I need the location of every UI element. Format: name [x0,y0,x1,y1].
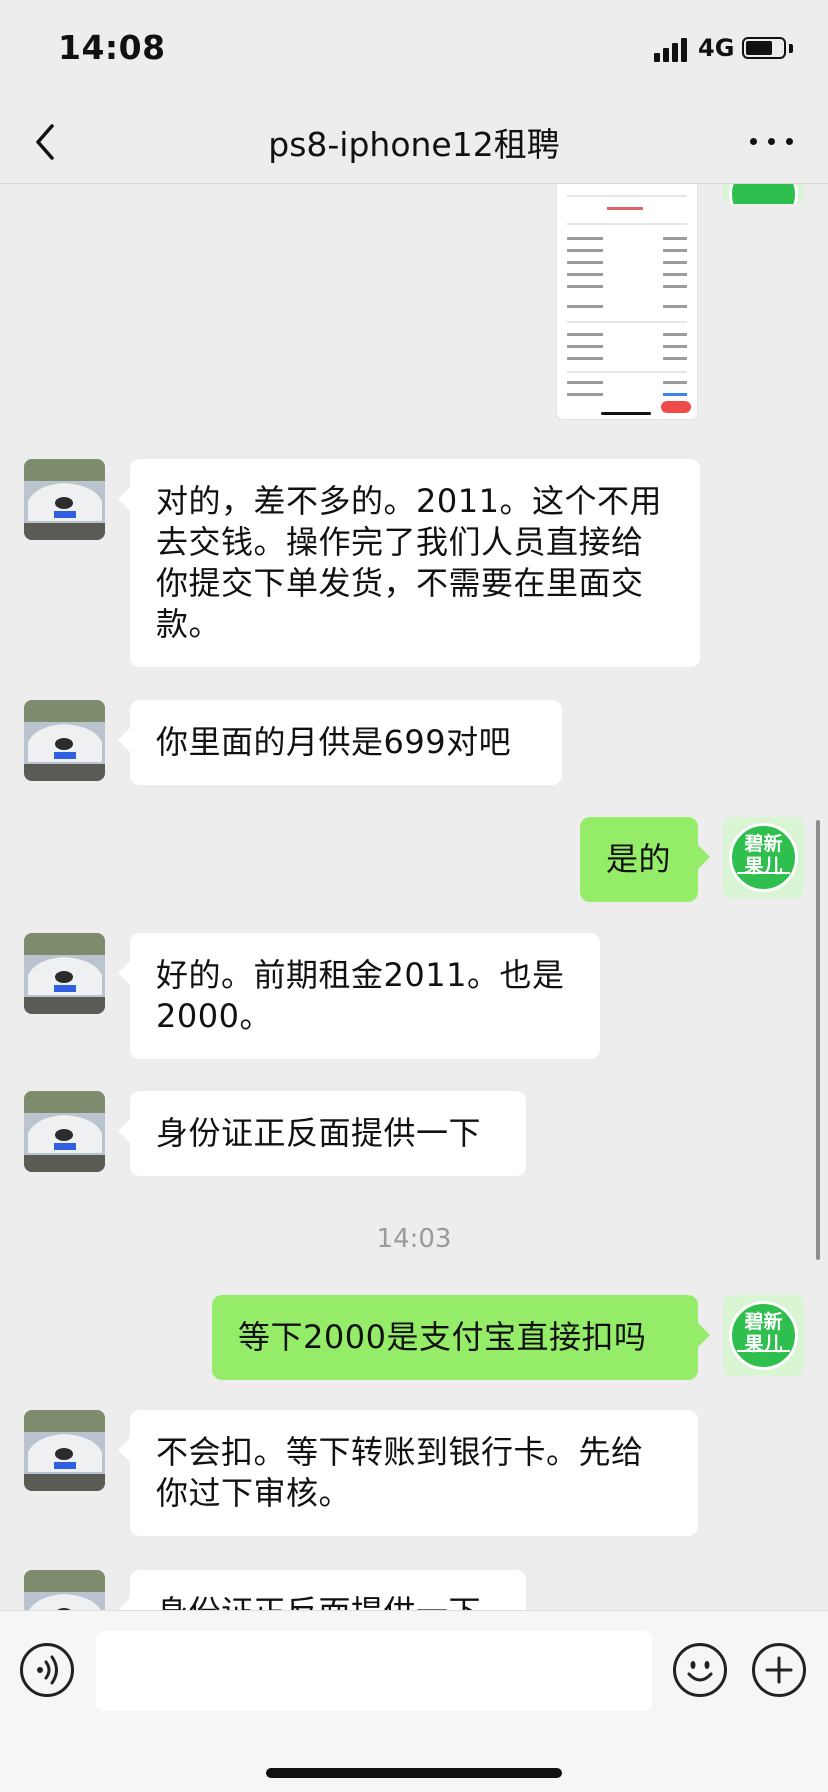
status-time: 14:08 [58,28,166,67]
self-avatar[interactable] [723,184,804,204]
self-avatar-text: 碧新 果儿 [744,833,783,877]
more-icon-dot [750,138,757,145]
incoming-message[interactable]: 身份证正反面提供一下 [118,1091,526,1176]
voice-button[interactable] [20,1643,74,1697]
chat-title: ps8-iphone12租聘 [268,125,560,164]
contact-avatar[interactable] [24,700,105,781]
outgoing-message[interactable]: 是的 [580,817,710,902]
contact-avatar[interactable] [24,1410,105,1491]
input-bar [0,1610,828,1792]
plus-icon [765,1656,793,1684]
contact-avatar[interactable] [24,1091,105,1172]
message-input[interactable] [96,1631,652,1711]
battery-icon [742,37,786,59]
contact-avatar[interactable] [24,459,105,540]
battery-cap [789,44,793,53]
contact-avatar[interactable] [24,1570,105,1610]
back-button[interactable] [26,118,70,166]
home-indicator[interactable] [266,1768,562,1778]
contact-avatar[interactable] [24,933,105,1014]
incoming-message[interactable]: 你里面的月供是699对吧 [118,700,562,785]
incoming-message[interactable]: 身份证正反面提供一下 [118,1570,526,1610]
more-icon-dot [786,138,793,145]
more-options-button[interactable] [748,120,796,160]
incoming-message[interactable]: 好的。前期租金2011。也是2000。 [118,933,600,1059]
scrollbar[interactable] [816,820,820,1260]
smiley-icon [687,1661,713,1682]
image-message[interactable] [556,184,698,420]
nav-bar: ps8-iphone12租聘 [0,100,828,184]
incoming-message[interactable]: 对的，差不多的。2011。这个不用去交钱。操作完了我们人员直接给你提交下单发货，… [118,459,700,667]
more-functions-button[interactable] [752,1643,806,1697]
self-avatar[interactable]: 碧新 果儿 [723,817,804,898]
message-timestamp: 14:03 [376,1224,452,1254]
signal-strength-icon [654,38,688,62]
message-list[interactable]: 对的，差不多的。2011。这个不用去交钱。操作完了我们人员直接给你提交下单发货，… [0,184,828,1610]
more-icon-dot [768,138,775,145]
self-avatar-text: 碧新 果儿 [744,1311,783,1355]
chevron-left-icon [36,124,54,160]
status-bar: 14:08 4G [0,0,828,100]
outgoing-message[interactable]: 等下2000是支付宝直接扣吗 [212,1295,710,1380]
self-avatar[interactable]: 碧新 果儿 [723,1295,804,1376]
incoming-message[interactable]: 不会扣。等下转账到银行卡。先给你过下审核。 [118,1410,698,1536]
emoji-button[interactable] [673,1643,727,1697]
voice-icon [37,1655,58,1685]
network-type: 4G [698,34,735,62]
